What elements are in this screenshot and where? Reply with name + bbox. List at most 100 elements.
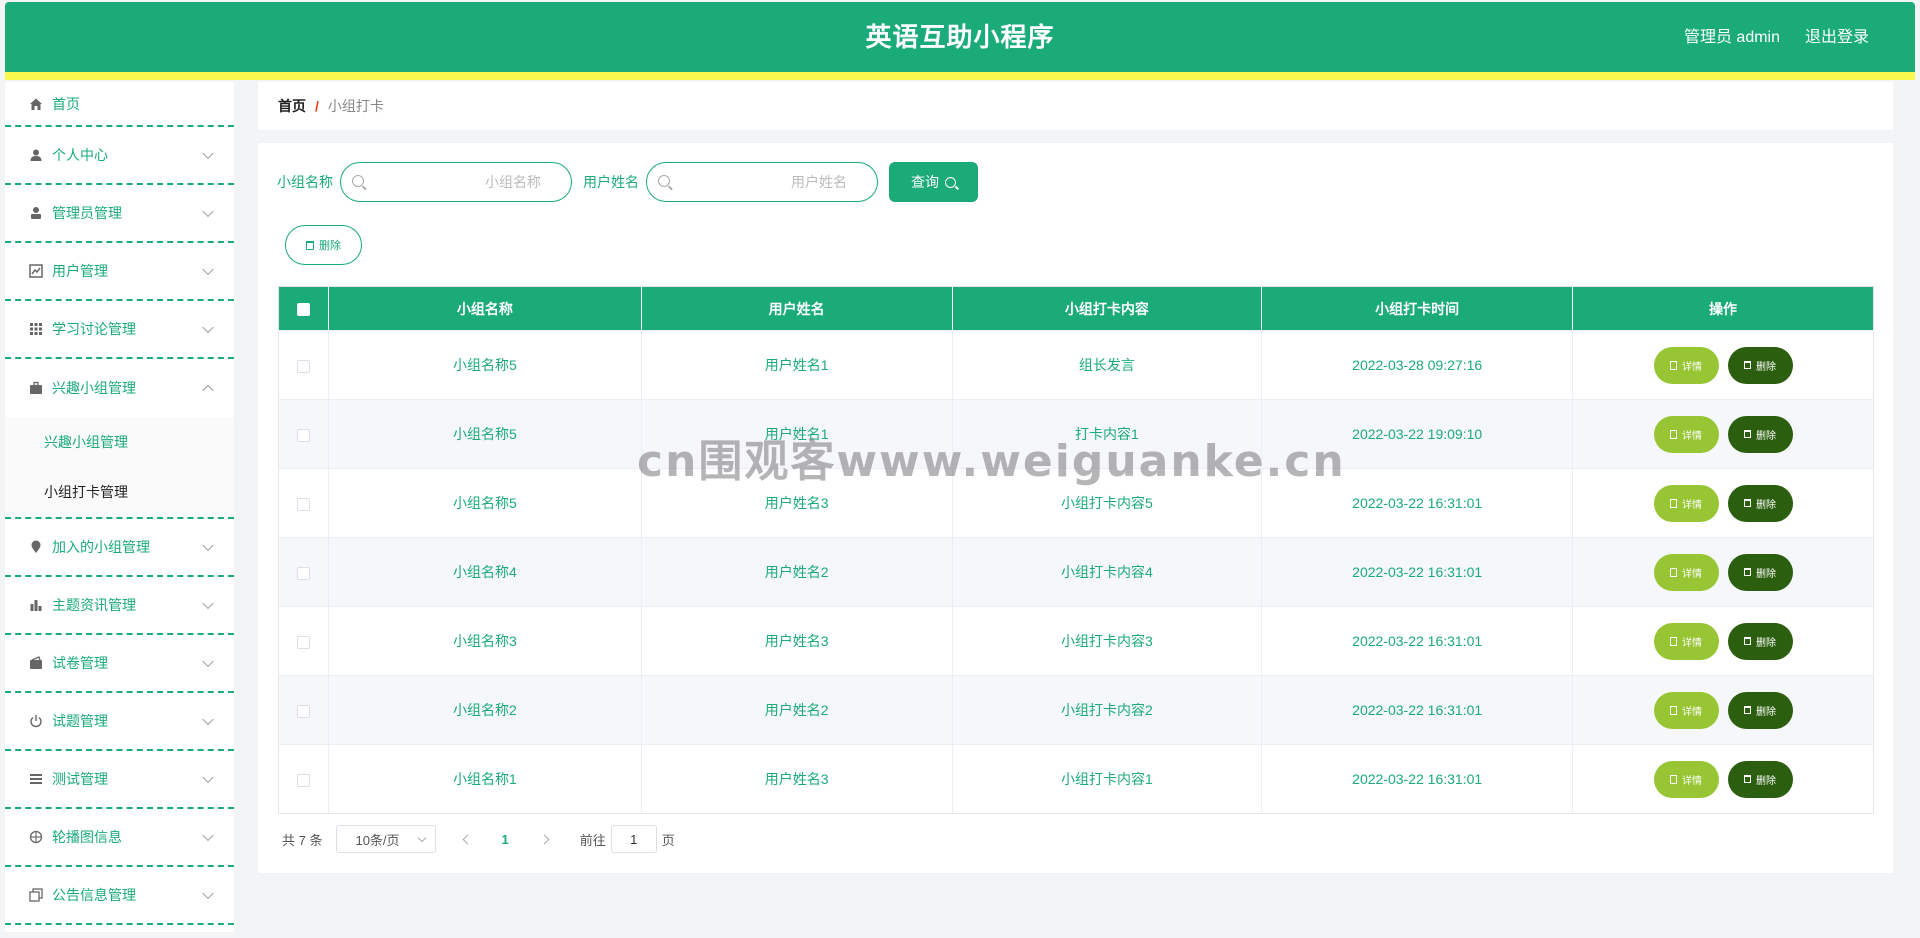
- delete-button[interactable]: 删除: [1727, 484, 1793, 522]
- trash-icon: [1744, 361, 1752, 369]
- detail-button[interactable]: 详情: [1653, 760, 1719, 798]
- table-row: 小组名称3 用户姓名3 小组打卡内容3 2022-03-22 16:31:01 详情 删除: [278, 606, 1874, 676]
- chevron-down-icon: [418, 833, 427, 843]
- cell-user-name: 用户姓名3: [641, 744, 953, 814]
- query-button[interactable]: 查询: [889, 162, 978, 202]
- cell-group-name: 小组名称5: [328, 330, 642, 400]
- cell-actions: 详情 删除: [1572, 606, 1874, 676]
- sidebar-item-label: 测试管理: [52, 771, 108, 787]
- document-icon: [1670, 774, 1678, 784]
- cell-actions: 详情 删除: [1572, 468, 1874, 538]
- search-bar: 小组名称 用户姓名 查询: [277, 162, 978, 202]
- delete-label: 删除: [1756, 706, 1777, 718]
- page-size-select[interactable]: 10条/页: [336, 825, 437, 853]
- detail-label: 详情: [1682, 361, 1703, 373]
- sidebar-item-questions[interactable]: 试题管理: [5, 693, 234, 751]
- detail-label: 详情: [1682, 706, 1703, 718]
- chevron-down-icon: [202, 597, 214, 610]
- detail-button[interactable]: 详情: [1653, 415, 1719, 453]
- chevron-down-icon: [202, 321, 214, 334]
- sidebar-item-news[interactable]: 主题资讯管理: [5, 577, 234, 635]
- user-name-input[interactable]: [647, 163, 877, 201]
- breadcrumb-home[interactable]: 首页: [278, 96, 306, 116]
- sidebar-item-home[interactable]: 首页: [5, 82, 234, 127]
- sidebar-item-label: 试卷管理: [52, 655, 108, 671]
- trash-icon: [1744, 568, 1752, 576]
- chevron-down-icon: [202, 655, 214, 668]
- table-row: 小组名称4 用户姓名2 小组打卡内容4 2022-03-22 16:31:01 详情 删除: [278, 537, 1874, 607]
- goto-page-input[interactable]: [610, 825, 657, 853]
- table-row: 小组名称5 用户姓名1 组长发言 2022-03-28 09:27:16 详情 删除: [278, 330, 1874, 400]
- power-icon: [28, 713, 44, 729]
- sidebar-item-tests[interactable]: 测试管理: [5, 751, 234, 809]
- search-icon: [945, 176, 956, 188]
- document-icon: [1670, 429, 1678, 439]
- page-number[interactable]: 1: [501, 832, 508, 847]
- trash-icon: [306, 240, 314, 250]
- row-checkbox[interactable]: [296, 773, 310, 787]
- cell-checkin-time: 2022-03-22 16:31:01: [1261, 537, 1574, 607]
- row-checkbox[interactable]: [296, 635, 310, 649]
- detail-button[interactable]: 详情: [1653, 691, 1719, 729]
- row-checkbox[interactable]: [296, 704, 310, 718]
- logout-button[interactable]: 退出登录: [1805, 2, 1869, 72]
- submenu-item-interest-groups[interactable]: 兴趣小组管理: [5, 417, 234, 467]
- cell-actions: 详情 删除: [1572, 399, 1874, 469]
- page-size-value: 10条/页: [355, 832, 400, 848]
- delete-button[interactable]: 删除: [1727, 553, 1793, 591]
- table-row: 小组名称2 用户姓名2 小组打卡内容2 2022-03-22 16:31:01 详情 删除: [278, 675, 1874, 745]
- user-icon: [28, 147, 44, 163]
- column-header: 小组打卡时间: [1261, 286, 1574, 331]
- row-checkbox[interactable]: [296, 359, 310, 373]
- location-icon: [28, 539, 44, 555]
- submenu-item-group-checkin[interactable]: 小组打卡管理: [5, 467, 234, 517]
- chevron-down-icon: [202, 771, 214, 784]
- sidebar-item-discussion[interactable]: 学习讨论管理: [5, 301, 234, 359]
- select-all-checkbox[interactable]: [296, 303, 310, 317]
- search-icon: [658, 175, 670, 187]
- row-checkbox[interactable]: [296, 566, 310, 580]
- cell-checkin-content: 小组打卡内容3: [952, 606, 1263, 676]
- trash-icon: [1744, 499, 1752, 507]
- sidebar-item-personal-center[interactable]: 个人中心: [5, 127, 234, 185]
- delete-button[interactable]: 删除: [1727, 415, 1793, 453]
- detail-button[interactable]: 详情: [1653, 553, 1719, 591]
- sidebar-item-joined-groups[interactable]: 加入的小组管理: [5, 519, 234, 577]
- grid-icon: [28, 321, 44, 337]
- sidebar-item-users[interactable]: 用户管理: [5, 243, 234, 301]
- detail-button[interactable]: 详情: [1653, 346, 1719, 384]
- next-page-icon[interactable]: [539, 834, 550, 844]
- delete-button[interactable]: 删除: [1727, 622, 1793, 660]
- delete-label: 删除: [1756, 775, 1777, 787]
- sidebar-item-notices[interactable]: 公告信息管理: [5, 867, 234, 925]
- sidebar-item-interest-groups[interactable]: 兴趣小组管理: [5, 359, 234, 417]
- table-header-row: 小组名称 用户姓名 小组打卡内容 小组打卡时间 操作: [278, 286, 1874, 331]
- cell-user-name: 用户姓名3: [641, 606, 953, 676]
- row-select-cell: [278, 537, 329, 607]
- user-name-label: 用户姓名: [583, 174, 639, 190]
- document-icon: [1670, 498, 1678, 508]
- cell-actions: 详情 删除: [1572, 744, 1874, 814]
- sidebar-item-admin[interactable]: 管理员管理: [5, 185, 234, 243]
- chevron-down-icon: [202, 713, 214, 726]
- detail-button[interactable]: 详情: [1653, 484, 1719, 522]
- prev-page-icon[interactable]: [463, 834, 473, 844]
- batch-delete-button[interactable]: 删除: [285, 225, 362, 265]
- detail-button[interactable]: 详情: [1653, 622, 1719, 660]
- cell-checkin-time: 2022-03-22 16:31:01: [1261, 606, 1574, 676]
- delete-button[interactable]: 删除: [1727, 760, 1793, 798]
- trash-icon: [1744, 637, 1752, 645]
- cell-user-name: 用户姓名2: [641, 537, 953, 607]
- table-row: 小组名称1 用户姓名3 小组打卡内容1 2022-03-22 16:31:01 详情 删除: [278, 744, 1874, 814]
- sidebar-item-carousel[interactable]: 轮播图信息: [5, 809, 234, 867]
- user-name-search: [646, 162, 878, 202]
- delete-button[interactable]: 删除: [1727, 691, 1793, 729]
- sidebar-item-papers[interactable]: 试卷管理: [5, 635, 234, 693]
- row-checkbox[interactable]: [296, 497, 310, 511]
- cell-group-name: 小组名称2: [328, 675, 642, 745]
- row-checkbox[interactable]: [296, 428, 310, 442]
- list-icon: [28, 771, 44, 787]
- group-name-input[interactable]: [341, 163, 571, 201]
- delete-label: 删除: [1756, 568, 1777, 580]
- delete-button[interactable]: 删除: [1727, 346, 1793, 384]
